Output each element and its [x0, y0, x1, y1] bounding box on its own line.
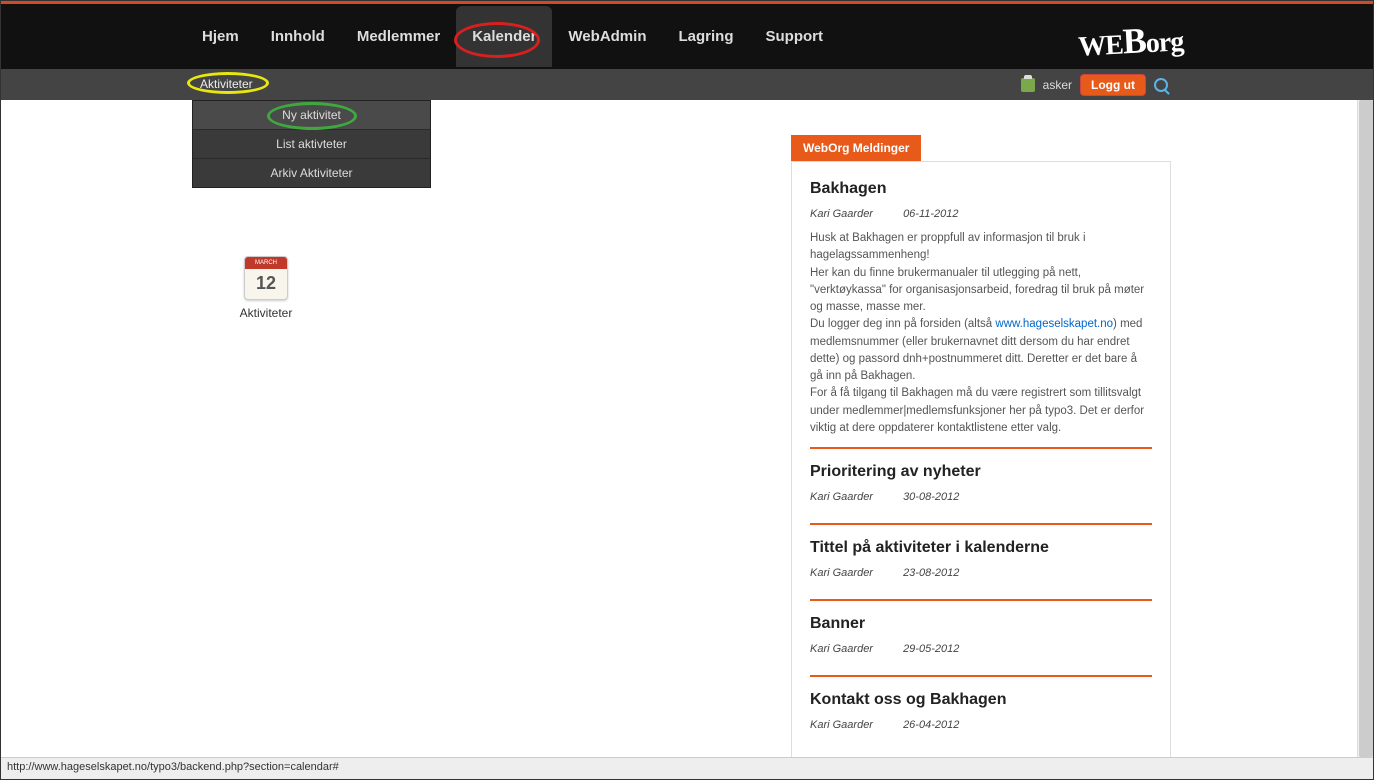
scrollbar-thumb[interactable]: [1359, 100, 1373, 757]
messages-tab[interactable]: WebOrg Meldinger: [791, 135, 921, 161]
message-link[interactable]: www.hageselskapet.no: [995, 318, 1113, 330]
message-title[interactable]: Prioritering av nyheter: [810, 463, 1152, 481]
vertical-scrollbar[interactable]: [1357, 100, 1373, 757]
message-meta: Kari Gaarder 26-04-2012: [810, 719, 1152, 731]
message-item: Tittel på aktiviteter i kalenderne Kari …: [810, 539, 1152, 601]
message-body-post: ) med medlemsnummer (eller brukernavnet …: [810, 318, 1144, 434]
message-meta: Kari Gaarder 29-05-2012: [810, 643, 1152, 655]
dropdown-list-aktiviteter[interactable]: List aktivteter: [193, 130, 430, 159]
user-icon: [1021, 78, 1035, 92]
nav-medlemmer[interactable]: Medlemmer: [341, 6, 456, 67]
subnav-aktiviteter[interactable]: Aktiviteter: [200, 77, 253, 91]
aktiviteter-dropdown: Ny aktivitet List aktivteter Arkiv Aktiv…: [192, 100, 431, 188]
dropdown-arkiv-aktiviteter[interactable]: Arkiv Aktiviteter: [193, 159, 430, 187]
search-icon[interactable]: [1154, 78, 1168, 92]
nav-webadmin[interactable]: WebAdmin: [552, 6, 662, 67]
message-date: 29-05-2012: [903, 643, 959, 655]
message-author: Kari Gaarder: [810, 567, 900, 579]
message-meta: Kari Gaarder 23-08-2012: [810, 567, 1152, 579]
aktiviteter-shortcut[interactable]: MARCH 12 Aktiviteter: [221, 256, 311, 320]
calendar-icon: MARCH 12: [244, 256, 288, 300]
message-item: Kontakt oss og Bakhagen Kari Gaarder 26-…: [810, 691, 1152, 751]
message-item: Banner Kari Gaarder 29-05-2012: [810, 615, 1152, 677]
calendar-icon-month: MARCH: [245, 257, 287, 269]
main-nav: Hjem Innhold Medlemmer Kalender WebAdmin…: [1, 4, 1373, 69]
weborg-logo: WEBorg: [1077, 17, 1184, 64]
message-item: Bakhagen Kari Gaarder 06-11-2012 Husk at…: [810, 180, 1152, 449]
nav-kalender[interactable]: Kalender: [456, 6, 552, 67]
sub-nav: Aktiviteter asker Logg ut: [1, 69, 1373, 100]
nav-support[interactable]: Support: [749, 6, 839, 67]
message-title[interactable]: Kontakt oss og Bakhagen: [810, 691, 1152, 709]
message-body-pre: Husk at Bakhagen er proppfull av informa…: [810, 232, 1144, 330]
nav-hjem[interactable]: Hjem: [186, 6, 255, 67]
user-box: asker Logg ut: [1021, 74, 1168, 96]
messages-panel: WebOrg Meldinger Bakhagen Kari Gaarder 0…: [791, 161, 1171, 780]
message-date: 30-08-2012: [903, 491, 959, 503]
message-date: 06-11-2012: [903, 208, 958, 220]
username-label: asker: [1043, 78, 1072, 92]
message-date: 23-08-2012: [903, 567, 959, 579]
nav-lagring[interactable]: Lagring: [662, 6, 749, 67]
message-author: Kari Gaarder: [810, 208, 900, 220]
nav-innhold[interactable]: Innhold: [255, 6, 341, 67]
message-author: Kari Gaarder: [810, 643, 900, 655]
dropdown-item-label: Ny aktivitet: [282, 108, 341, 122]
message-title[interactable]: Tittel på aktiviteter i kalenderne: [810, 539, 1152, 557]
calendar-icon-day: 12: [245, 269, 287, 294]
message-item: Prioritering av nyheter Kari Gaarder 30-…: [810, 463, 1152, 525]
message-body: Husk at Bakhagen er proppfull av informa…: [810, 230, 1152, 437]
nav-kalender-label: Kalender: [472, 28, 536, 45]
message-title[interactable]: Bakhagen: [810, 180, 1152, 198]
message-title[interactable]: Banner: [810, 615, 1152, 633]
messages-body: Bakhagen Kari Gaarder 06-11-2012 Husk at…: [792, 162, 1170, 780]
logout-button[interactable]: Logg ut: [1080, 74, 1146, 96]
aktiviteter-shortcut-label: Aktiviteter: [221, 306, 311, 320]
message-date: 26-04-2012: [903, 719, 959, 731]
message-author: Kari Gaarder: [810, 719, 900, 731]
message-meta: Kari Gaarder 30-08-2012: [810, 491, 1152, 503]
dropdown-ny-aktivitet[interactable]: Ny aktivitet: [193, 101, 430, 130]
app-window: Hjem Innhold Medlemmer Kalender WebAdmin…: [0, 0, 1374, 780]
message-author: Kari Gaarder: [810, 491, 900, 503]
status-bar: http://www.hageselskapet.no/typo3/backen…: [1, 757, 1373, 779]
message-meta: Kari Gaarder 06-11-2012: [810, 208, 1152, 220]
